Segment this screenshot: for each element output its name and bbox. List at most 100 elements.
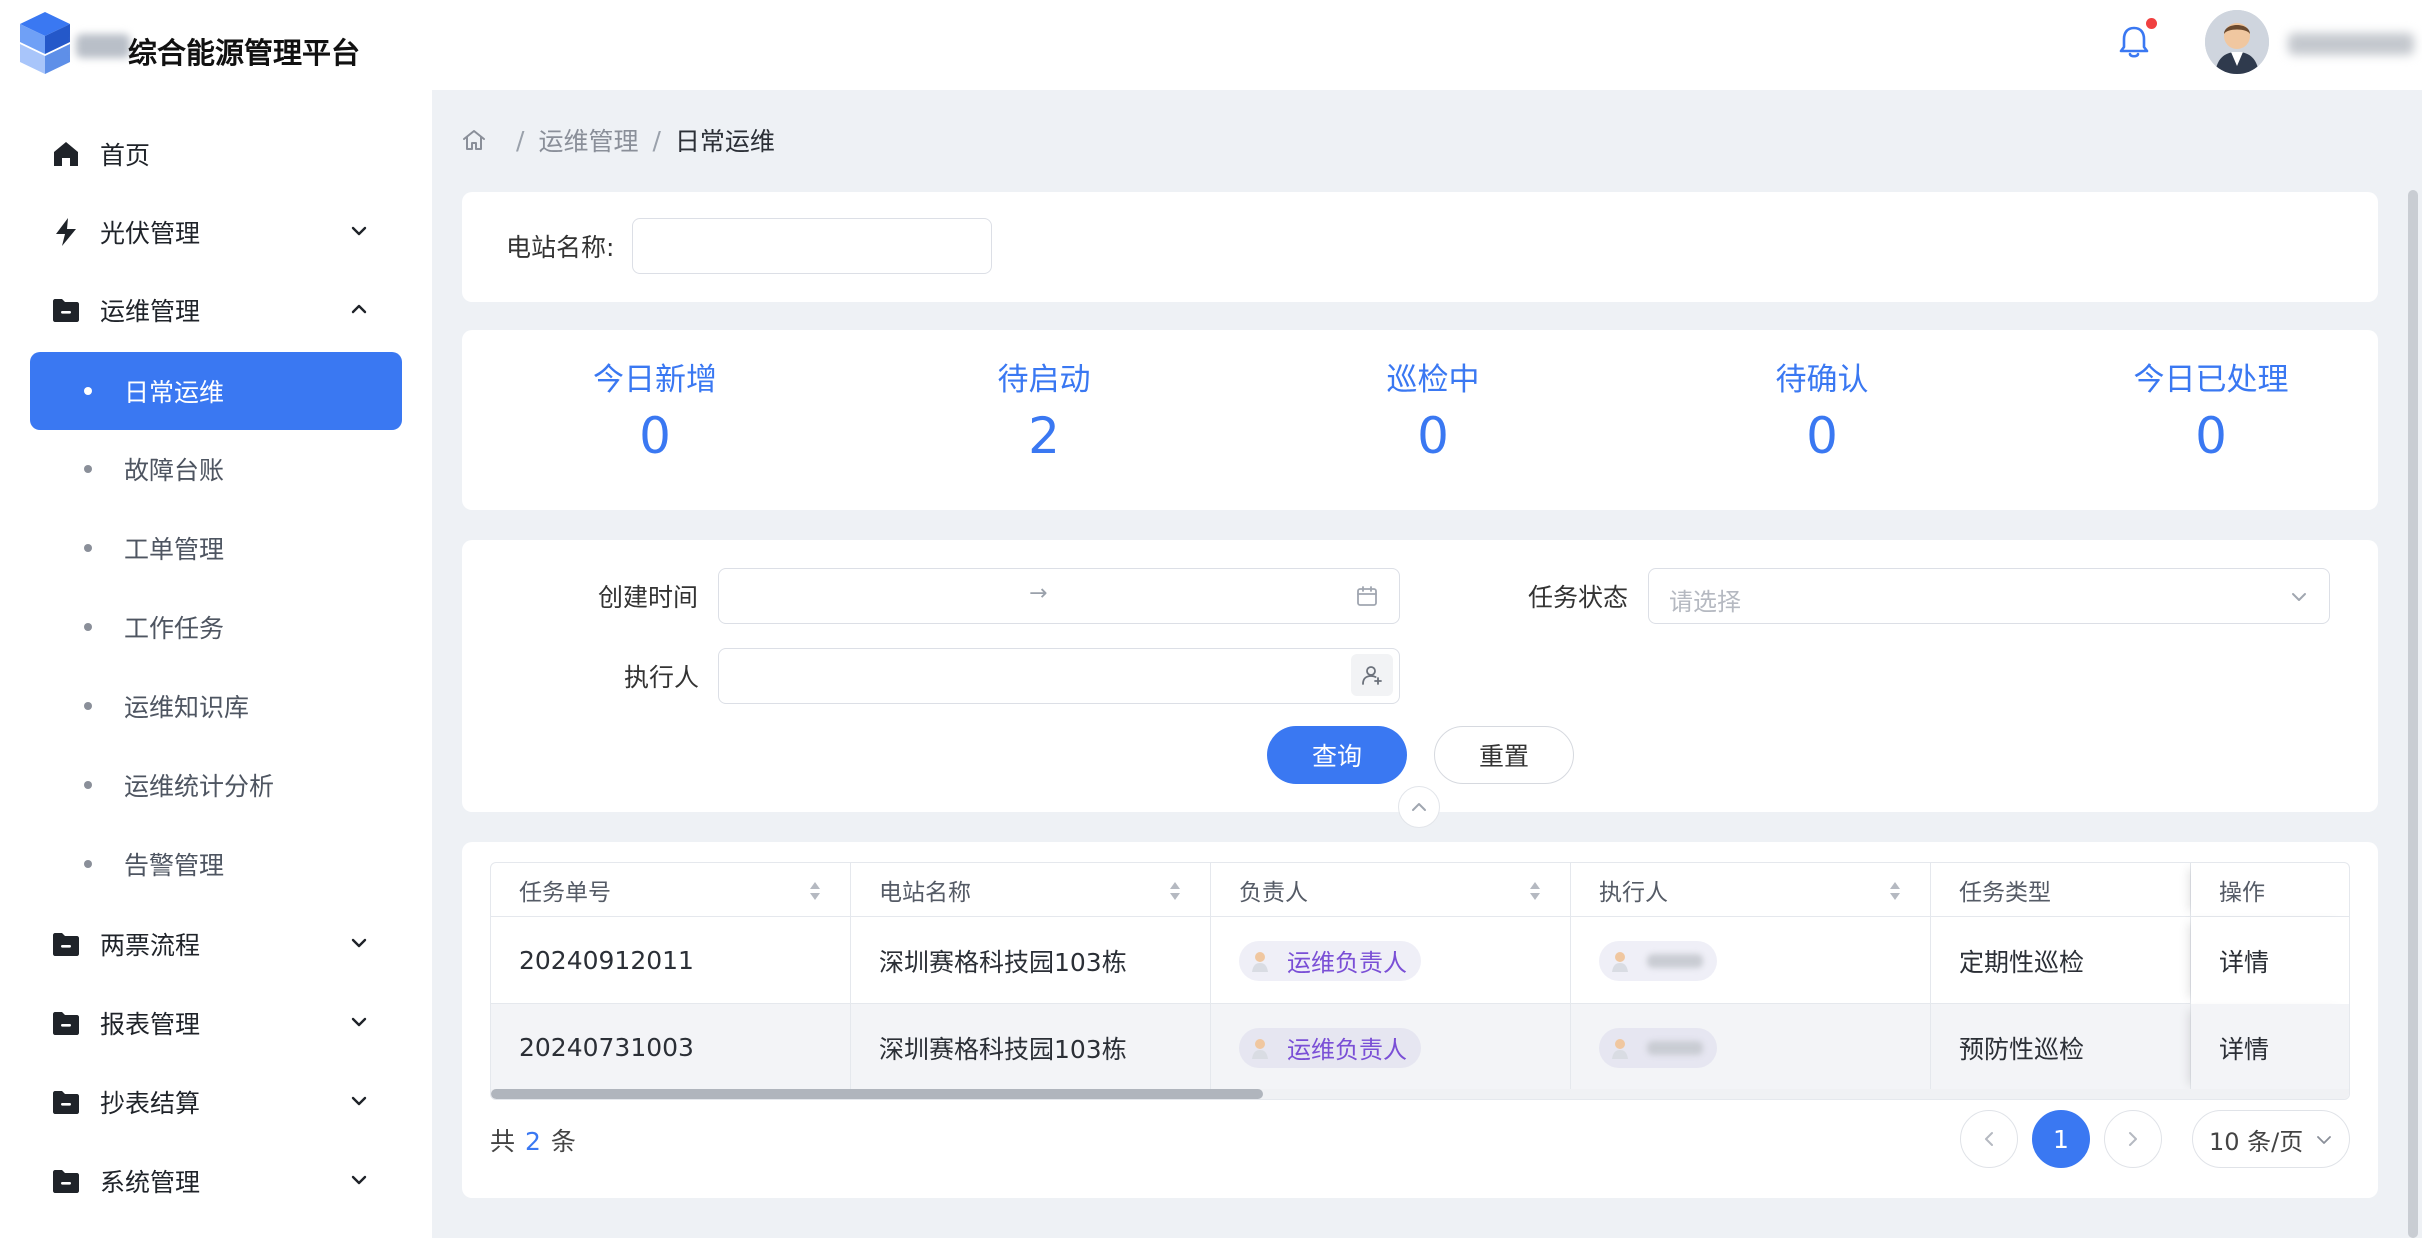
breadcrumb: / 运维管理 / 日常运维: [460, 122, 775, 158]
page-number-button[interactable]: 1: [2032, 1110, 2090, 1168]
calendar-icon: [1357, 586, 1377, 606]
task-status-label: 任务状态: [1528, 583, 1629, 612]
station-name-label: 电站名称:: [506, 233, 615, 262]
executor-input[interactable]: [718, 648, 1400, 704]
cell-executor: [1571, 1004, 1931, 1091]
table-header: 任务单号 电站名称 负责人 执行人 任务类型 操作: [491, 863, 2349, 917]
sidebar-item-reports[interactable]: 报表管理: [30, 985, 402, 1061]
home-outline-icon[interactable]: [460, 126, 488, 154]
stat-today-processed: 今日已处理 0: [2021, 330, 2401, 465]
stat-label: 今日已处理: [2133, 362, 2289, 398]
select-user-button[interactable]: [1351, 654, 1393, 696]
stat-label: 待确认: [1775, 362, 1869, 398]
sidebar-item-system-management[interactable]: 系统管理: [30, 1143, 402, 1219]
page-size-select[interactable]: 10 条/页: [2192, 1110, 2350, 1168]
created-time-range-picker[interactable]: →: [718, 568, 1400, 624]
horizontal-scrollbar-thumb[interactable]: [491, 1089, 1263, 1099]
executor-label: 执行人: [624, 663, 700, 692]
horizontal-scrollbar[interactable]: [491, 1089, 2349, 1099]
chevron-down-icon: [351, 1017, 367, 1027]
sidebar-subitem-statistics[interactable]: 运维统计分析: [30, 746, 402, 824]
cell-owner: 运维负责人: [1211, 917, 1571, 1004]
column-header-executor[interactable]: 执行人: [1571, 863, 1931, 917]
sidebar-subitem-work-tasks[interactable]: 工作任务: [30, 588, 402, 666]
top-header: 综合能源管理平台: [0, 0, 2422, 90]
sort-icon[interactable]: [1888, 879, 1902, 903]
cell-actions: 详情: [2191, 917, 2349, 1004]
page-vertical-scrollbar[interactable]: [2408, 190, 2418, 1238]
sort-icon[interactable]: [1528, 879, 1542, 903]
station-name-input[interactable]: [632, 218, 992, 274]
column-header-station[interactable]: 电站名称: [851, 863, 1211, 917]
detail-link[interactable]: 详情: [2219, 1030, 2269, 1066]
stats-card: 今日新增 0 待启动 2 巡检中 0 待确认 0 今日已处理 0: [462, 330, 2378, 510]
sidebar-item-om-management[interactable]: 运维管理: [30, 272, 402, 348]
search-form-card: 创建时间 → 任务状态 请选择 执行人 查询 重置: [462, 540, 2378, 812]
cell-station: 深圳赛格科技园103栋: [851, 1004, 1211, 1091]
sort-icon[interactable]: [1168, 879, 1182, 903]
breadcrumb-separator: /: [652, 125, 661, 155]
query-button[interactable]: 查询: [1267, 726, 1407, 784]
executor-name-redacted: [1647, 953, 1703, 968]
folder-icon: [53, 1091, 79, 1114]
sidebar-item-label: 抄表结算: [100, 1089, 201, 1118]
bolt-icon: [56, 218, 76, 246]
sidebar-item-pv-management[interactable]: 光伏管理: [30, 194, 402, 270]
folder-icon: [53, 1012, 79, 1035]
prev-page-button[interactable]: [1960, 1110, 2018, 1168]
task-status-select[interactable]: 请选择: [1648, 568, 2330, 624]
cell-task-no: 20240731003: [491, 1004, 851, 1091]
person-avatar-icon: [1612, 951, 1628, 972]
executor-name-redacted: [1647, 1040, 1703, 1055]
executor-tag: [1599, 940, 1717, 981]
sidebar-item-home[interactable]: 首页: [30, 116, 402, 192]
sidebar-subitem-work-orders[interactable]: 工单管理: [30, 509, 402, 587]
sidebar-item-label: 两票流程: [100, 931, 201, 960]
person-avatar-icon: [1252, 951, 1268, 972]
bullet-dot: [84, 465, 92, 473]
total-prefix: 共: [490, 1127, 516, 1156]
chevron-down-icon: [351, 1096, 367, 1106]
person-avatar-icon: [1252, 1038, 1268, 1059]
column-header-label: 负责人: [1239, 880, 1308, 906]
next-page-button[interactable]: [2104, 1110, 2162, 1168]
cell-task-no: 20240912011: [491, 917, 851, 1004]
home-icon: [54, 142, 78, 166]
column-header-label: 任务类型: [1959, 880, 2051, 906]
column-header-owner[interactable]: 负责人: [1211, 863, 1571, 917]
sort-icon[interactable]: [808, 879, 822, 903]
sidebar-subitem-knowledge-base[interactable]: 运维知识库: [30, 667, 402, 745]
detail-link[interactable]: 详情: [2219, 943, 2269, 979]
column-header-label: 操作: [2219, 880, 2265, 906]
cell-executor: [1571, 917, 1931, 1004]
sidebar-subitem-fault-ledger[interactable]: 故障台账: [30, 430, 402, 508]
person-avatar-icon: [1612, 1038, 1628, 1059]
user-avatar[interactable]: [2205, 10, 2269, 74]
chevron-left-icon: [1985, 1132, 1993, 1146]
task-table: 任务单号 电站名称 负责人 执行人 任务类型 操作 20240912011 深圳…: [490, 862, 2350, 1100]
sidebar-item-two-tickets[interactable]: 两票流程: [30, 906, 402, 982]
bullet-dot: [84, 781, 92, 789]
collapse-form-button[interactable]: [1398, 786, 1440, 828]
sidebar-subitem-alarm-management[interactable]: 告警管理: [30, 825, 402, 903]
sidebar-subitem-label: 故障台账: [124, 456, 225, 485]
column-header-label: 执行人: [1599, 880, 1668, 906]
owner-tag: 运维负责人: [1239, 940, 1421, 981]
avatar-image: [2205, 10, 2269, 74]
stat-label: 巡检中: [1386, 362, 1480, 398]
page-size-value: 10 条/页: [2209, 1127, 2304, 1156]
table-row: 20240912011 深圳赛格科技园103栋 运维负责人 定期性巡检 详情: [491, 917, 2349, 1004]
stat-label: 今日新增: [593, 362, 717, 398]
chevron-down-icon: [2317, 1136, 2331, 1144]
cell-station: 深圳赛格科技园103栋: [851, 917, 1211, 1004]
sidebar-subitem-label: 告警管理: [124, 851, 225, 880]
reset-button[interactable]: 重置: [1434, 726, 1574, 784]
breadcrumb-daily-om: 日常运维: [674, 127, 775, 156]
folder-icon: [53, 299, 79, 322]
breadcrumb-om-management[interactable]: 运维管理: [538, 122, 638, 158]
owner-tag: 运维负责人: [1239, 1027, 1421, 1068]
total-suffix: 条: [550, 1127, 576, 1156]
column-header-task-no[interactable]: 任务单号: [491, 863, 851, 917]
sidebar-subitem-daily-om[interactable]: 日常运维: [30, 352, 402, 430]
sidebar-item-meter-settlement[interactable]: 抄表结算: [30, 1064, 402, 1140]
